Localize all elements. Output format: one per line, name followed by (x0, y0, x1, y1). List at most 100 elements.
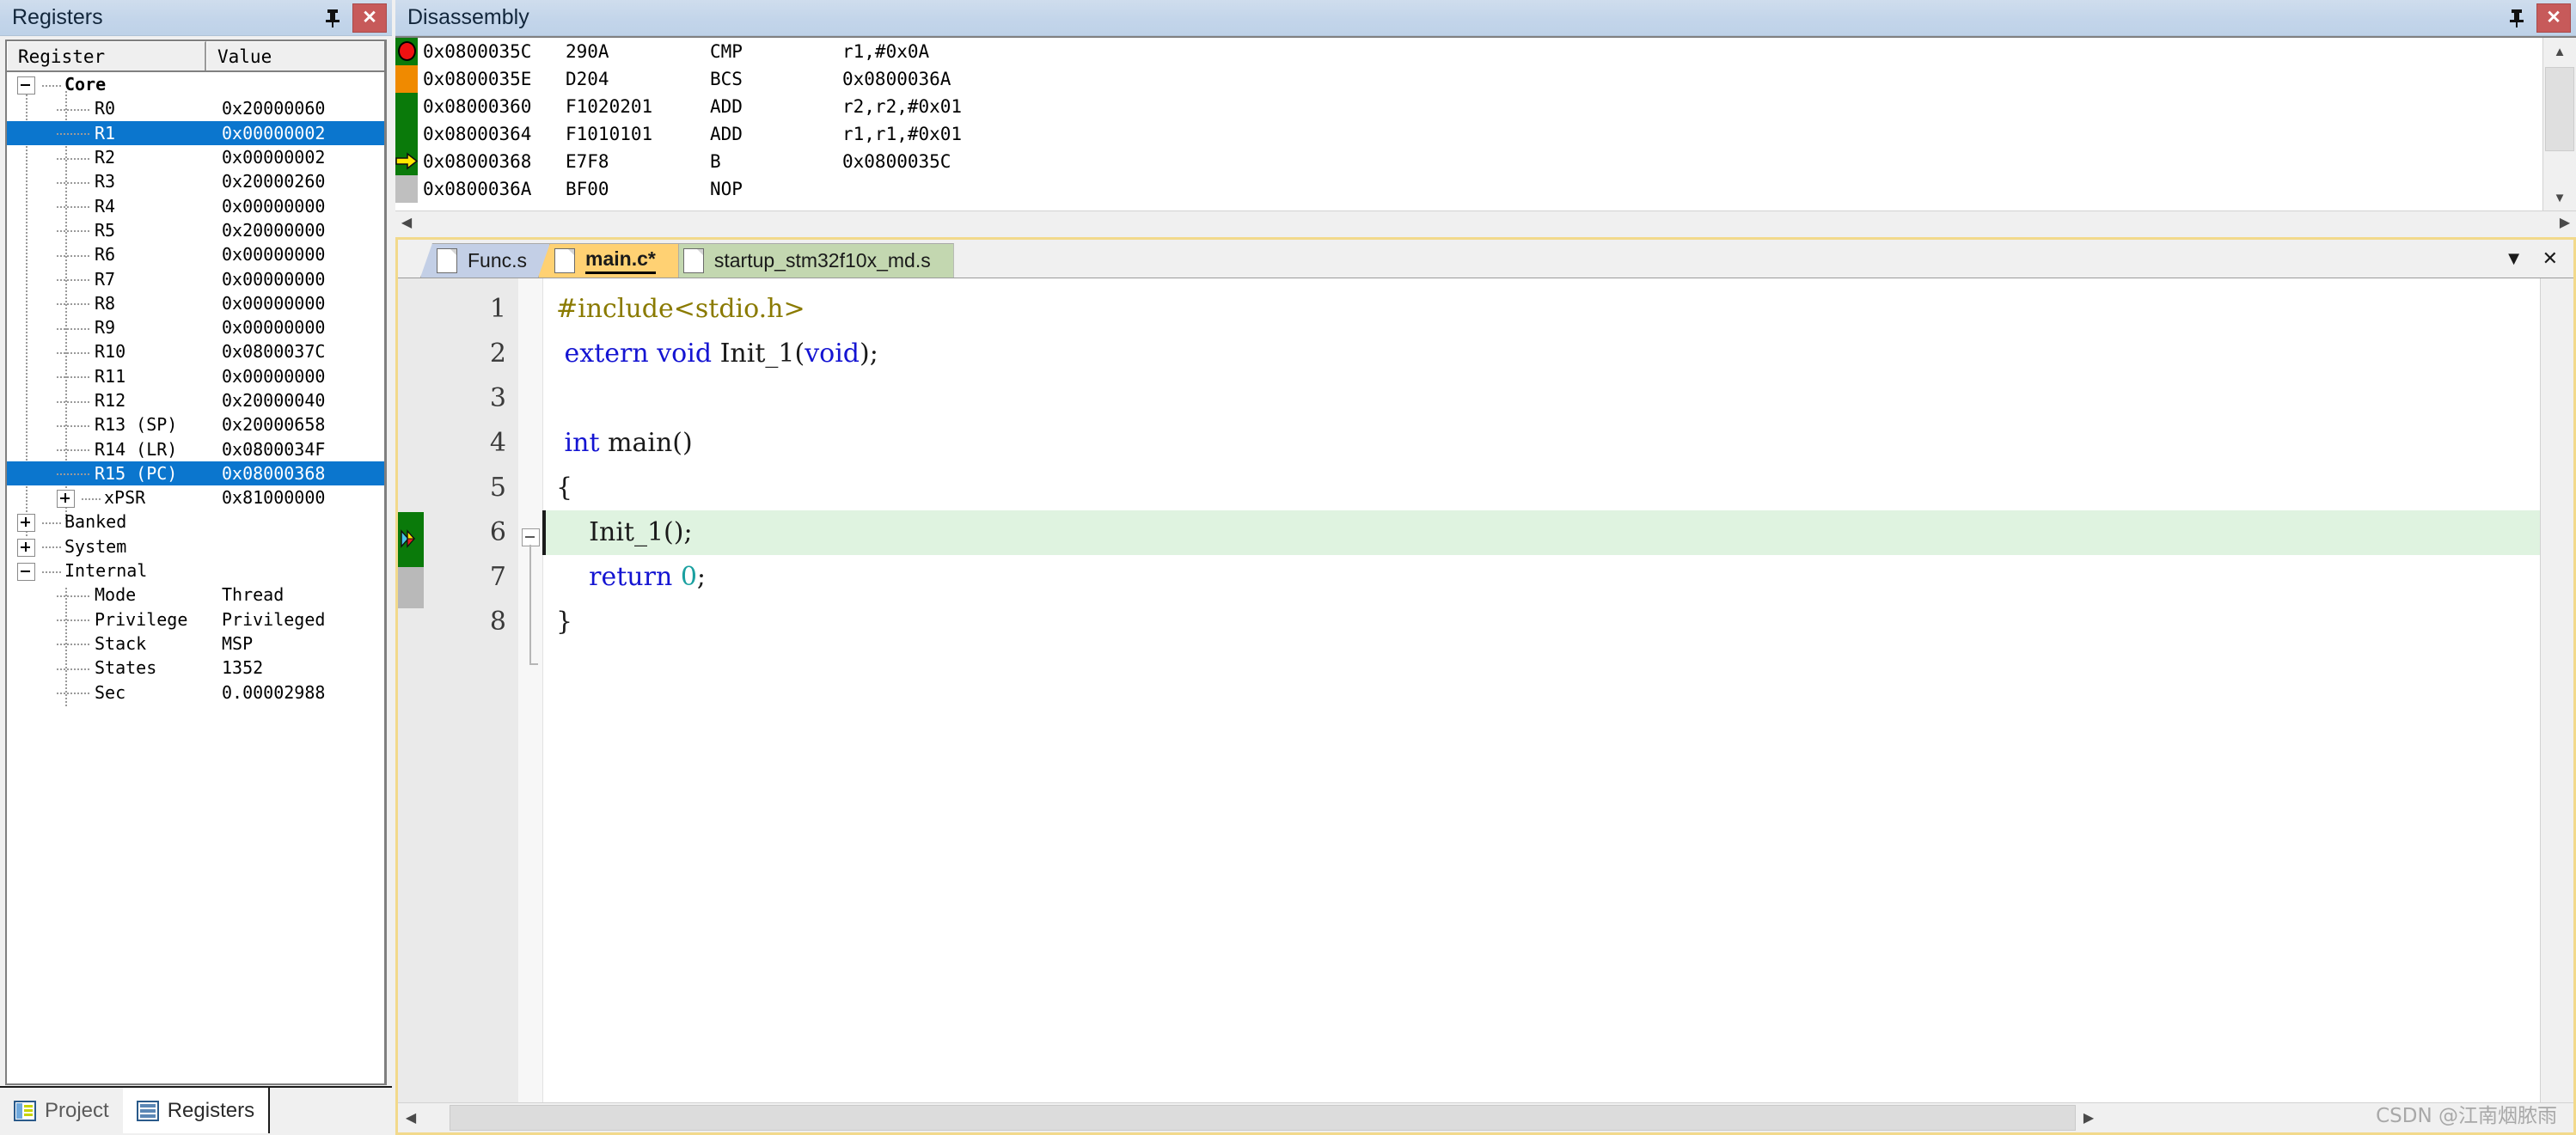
scroll-left-icon[interactable]: ◀ (395, 211, 418, 234)
register-row[interactable]: R7 0x00000000 (7, 266, 384, 290)
registers-title-buttons: ✕ (318, 0, 387, 35)
scroll-right-icon[interactable]: ▶ (2554, 211, 2576, 234)
expand-icon[interactable] (17, 514, 35, 533)
scrollbar-thumb[interactable] (2545, 67, 2574, 151)
register-row[interactable]: Core (7, 72, 384, 96)
disassembly-row[interactable]: 0x0800035E D204 BCS 0x0800036A (395, 65, 2543, 93)
registers-titlebar: Registers ✕ (0, 0, 392, 36)
expand-icon[interactable] (57, 490, 75, 509)
code-coverage-marker[interactable] (395, 175, 418, 203)
chevron-down-icon[interactable]: ▼ (2505, 247, 2524, 270)
close-icon[interactable]: ✕ (2542, 247, 2558, 270)
register-row[interactable]: R14 (LR) 0x0800034F (7, 436, 384, 461)
code-coverage-marker[interactable] (395, 93, 418, 120)
register-row[interactable]: Stack MSP (7, 632, 384, 656)
bottom-tab-project[interactable]: Project (0, 1088, 123, 1133)
close-icon[interactable]: ✕ (352, 3, 387, 33)
pin-icon[interactable] (2502, 3, 2531, 33)
register-row[interactable]: Mode Thread (7, 583, 384, 607)
register-row[interactable]: R11 0x00000000 (7, 364, 384, 388)
register-row[interactable]: R15 (PC) 0x08000368 (7, 461, 384, 486)
register-row[interactable]: States 1352 (7, 656, 384, 680)
code-coverage-marker[interactable] (395, 65, 418, 93)
register-row[interactable]: Internal (7, 558, 384, 583)
code-line[interactable]: return 0; (542, 555, 2541, 600)
register-row[interactable]: System (7, 534, 384, 558)
collapse-icon[interactable] (17, 76, 35, 95)
register-row[interactable]: R0 0x20000060 (7, 96, 384, 120)
expand-icon[interactable] (17, 538, 35, 557)
bottom-tab-registers[interactable]: Registers (122, 1088, 271, 1133)
disassembly-row[interactable]: 0x0800036A BF00 NOP (395, 175, 2543, 203)
editor-tab[interactable]: startup_stm32f10x_md.s (666, 243, 954, 278)
disassembly-listing[interactable]: 0x0800035C 290A CMP r1,#0x0A 0x0800035E D204 B… (395, 38, 2543, 211)
editor-code-text[interactable]: #include<stdio.h> extern void Init_1(voi… (542, 278, 2541, 1103)
register-label: R13 (SP) (95, 414, 178, 436)
register-row[interactable]: R2 0x00000002 (7, 145, 384, 169)
program-counter-arrow-icon[interactable] (395, 148, 419, 175)
column-header-register[interactable]: Register (7, 41, 206, 70)
code-line[interactable] (542, 376, 2541, 421)
disassembly-row[interactable]: 0x08000360 F1020201 ADD r2,r2,#0x01 (395, 93, 2543, 120)
register-row[interactable]: R12 0x20000040 (7, 388, 384, 412)
scroll-up-icon[interactable]: ▲ (2543, 38, 2576, 65)
register-row[interactable]: R8 0x00000000 (7, 291, 384, 315)
line-number: 4 (489, 428, 506, 458)
editor-line-numbers: 1 2 3 4 5 6 7 8 (424, 278, 518, 1103)
register-value: 0x20000000 (222, 219, 326, 241)
scroll-down-icon[interactable]: ▼ (2543, 184, 2576, 211)
code-token: 0 (680, 562, 697, 592)
editor-horizontal-scrollbar[interactable]: ◀ ▶ (398, 1102, 2573, 1132)
tree-connector (57, 449, 91, 452)
register-name: States (7, 657, 156, 678)
column-header-value[interactable]: Value (206, 41, 384, 70)
editor-tab-label: startup_stm32f10x_md.s (713, 249, 931, 272)
code-line[interactable]: Init_1(); (542, 510, 2541, 555)
register-label: R7 (95, 268, 116, 290)
register-row[interactable]: R1 0x00000002 (7, 120, 384, 145)
scrollbar-thumb[interactable] (450, 1105, 2076, 1131)
register-name: R5 (7, 220, 115, 241)
code-line[interactable]: } (542, 600, 2541, 644)
code-token: void (805, 339, 860, 369)
disassembly-row[interactable]: 0x0800035C 290A CMP r1,#0x0A (395, 38, 2543, 65)
register-row[interactable]: Sec 0.00002988 (7, 680, 384, 704)
code-line[interactable]: { (542, 466, 2541, 510)
editor-tab[interactable]: Func.s (420, 243, 551, 278)
editor-tab[interactable]: main.c* (538, 243, 679, 278)
scroll-left-icon[interactable]: ◀ (398, 1103, 424, 1132)
disassembly-row[interactable]: 0x08000368 E7F8 B 0x0800035C (395, 148, 2543, 175)
disassembly-row[interactable]: 0x08000364 F1010101 ADD r1,r1,#0x01 (395, 120, 2543, 148)
register-row[interactable]: R10 0x0800037C (7, 339, 384, 363)
close-icon[interactable]: ✕ (2536, 3, 2571, 33)
register-row[interactable]: R5 0x20000000 (7, 218, 384, 242)
code-line[interactable]: #include<stdio.h> (542, 287, 2541, 332)
register-row[interactable]: Banked (7, 510, 384, 534)
register-row[interactable]: xPSR 0x81000000 (7, 485, 384, 510)
scroll-right-icon[interactable]: ▶ (2076, 1103, 2102, 1132)
breakpoint-icon[interactable] (395, 38, 418, 65)
instruction-operands: r1,r1,#0x01 (842, 124, 963, 144)
code-token: ); (860, 339, 878, 369)
register-row[interactable]: R6 0x00000000 (7, 242, 384, 266)
code-coverage-marker[interactable] (395, 120, 418, 148)
disassembly-vertical-scrollbar[interactable]: ▲ ▼ (2542, 38, 2576, 211)
code-editor[interactable]: 1 2 3 4 5 6 7 8 #include<stdio.h> extern void I… (398, 278, 2573, 1132)
register-row[interactable]: R9 0x00000000 (7, 315, 384, 339)
editor-fold-gutter[interactable] (518, 278, 543, 1103)
editor-vertical-scrollbar[interactable] (2540, 278, 2573, 1103)
collapse-icon[interactable] (17, 563, 35, 582)
code-line[interactable]: int main() (542, 421, 2541, 466)
register-row[interactable]: R4 0x00000000 (7, 193, 384, 217)
bottom-tab-project-label: Project (45, 1098, 109, 1122)
fold-minus-icon[interactable] (522, 528, 540, 546)
disassembly-horizontal-scrollbar[interactable]: ◀ ▶ (395, 211, 2576, 234)
pin-icon[interactable] (318, 3, 347, 33)
register-row[interactable]: Privilege Privileged (7, 607, 384, 632)
code-line[interactable]: extern void Init_1(void); (542, 332, 2541, 376)
register-row[interactable]: R3 0x20000260 (7, 169, 384, 193)
register-row[interactable]: R13 (SP) 0x20000658 (7, 412, 384, 436)
editor-breakpoint-gutter[interactable] (398, 278, 424, 1103)
registers-tree[interactable]: Core R0 0x20000060 R1 0x00000002 R2 0x00000002… (7, 72, 384, 1083)
